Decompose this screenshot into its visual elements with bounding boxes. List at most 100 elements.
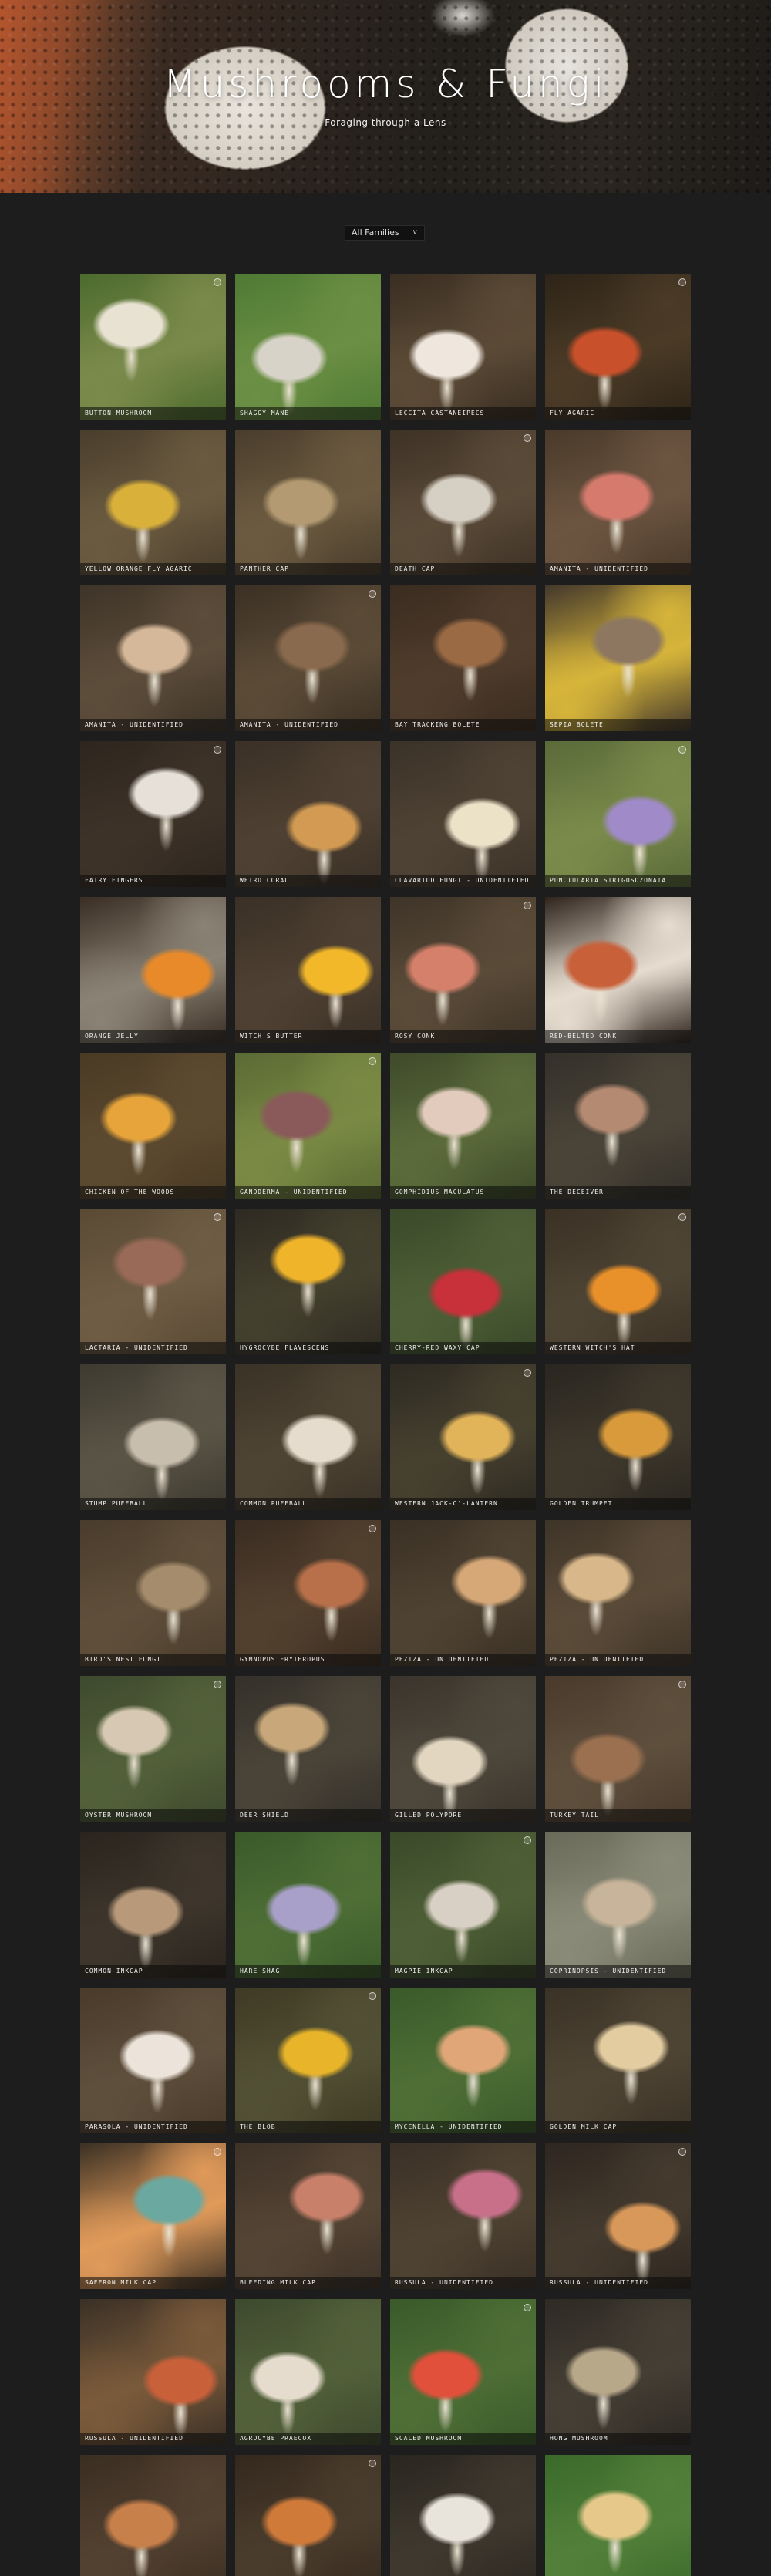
gallery-tile[interactable]: Button Mushroom [80,274,226,420]
gallery-tile[interactable]: Lactaria - Unidentified [80,1209,226,1354]
gallery-tile[interactable]: Stump Puffball [80,1364,226,1510]
gallery-tile[interactable]: Candlesnuff Fungus [390,2455,536,2576]
gallery-tile[interactable]: Gilled Polypore [390,1676,536,1822]
mushroom-photo [235,897,381,1043]
gallery-tile[interactable]: Hare Shag [235,1832,381,1978]
mushroom-photo [545,585,691,731]
circle-icon [678,1681,686,1688]
mushroom-photo [80,2455,226,2576]
gallery-tile[interactable]: Western Jack-O'-Lantern [390,1364,536,1510]
gallery-tile[interactable]: Peziza - Unidentified [545,1520,691,1666]
gallery-tile[interactable]: Bird's Nest Fungi [80,1520,226,1666]
circle-icon [214,746,221,754]
mushroom-photo [235,2299,381,2445]
gallery-tile[interactable]: Saffron Milk Cap [80,2143,226,2289]
mushroom-photo [80,1520,226,1666]
mushroom-photo [235,430,381,575]
gallery-tile[interactable]: The Deceiver [545,1053,691,1199]
mushroom-photo [235,2143,381,2289]
gallery-tile[interactable]: Bay Tracking Bolete [390,585,536,731]
gallery-tile[interactable]: Agrocybe Praecox [235,2299,381,2445]
gallery-tile[interactable]: Common Puffball [235,1364,381,1510]
tile-label: Peziza - Unidentified [550,1656,645,1663]
gallery-tile[interactable]: Amanita - Unidentified [235,585,381,731]
tile-label: Ganoderma - Unidentified [240,1189,348,1195]
gallery-tile[interactable]: Hygrocybe Flavescens [235,1209,381,1354]
gallery-tile[interactable]: Pholiota - Unidentified [80,2455,226,2576]
gallery-tile[interactable]: Unidentified [545,2455,691,2576]
gallery-tile[interactable]: Amanita - Unidentified [545,430,691,575]
gallery-tile[interactable]: Red-Belted Conk [545,897,691,1043]
gallery-tile[interactable]: Common Inkcap [80,1832,226,1978]
family-filter-value: All Families [352,228,399,238]
gallery-tile[interactable]: Witch's Butter [235,897,381,1043]
mushroom-photo [390,274,536,420]
circle-icon [524,2304,531,2311]
gallery-tile[interactable]: Shaggy Mane [235,274,381,420]
mushroom-photo [545,2299,691,2445]
circle-icon [369,1525,376,1532]
page-subtitle: Foraging through a Lens [325,117,446,128]
gallery-tile[interactable]: Amanita - Unidentified [80,585,226,731]
gallery-tile[interactable]: Leccita Castaneipecs [390,274,536,420]
gallery-tile[interactable]: Punctularia Strigosozonata [545,741,691,887]
mushroom-photo [390,2299,536,2445]
gallery-tile[interactable]: Russula - Unidentified [545,2143,691,2289]
gallery-tile[interactable]: The Blob [235,1988,381,2133]
gallery-tile[interactable]: Sepia Bolete [545,585,691,731]
gallery-tile[interactable]: Gomphidius Maculatus [390,1053,536,1199]
gallery-tile[interactable]: Fly Agaric [545,274,691,420]
tile-label: Stump Puffball [85,1500,148,1507]
gallery-tile[interactable]: Western Witch's Hat [545,1209,691,1354]
gallery-tile[interactable]: Magpie Inkcap [390,1832,536,1978]
tile-label: Leccita Castaneipecs [395,410,485,416]
tile-label: Oyster Mushroom [85,1812,153,1819]
gallery-tile[interactable]: Scaled Mushroom [390,2299,536,2445]
gallery-tile[interactable]: Bleeding Milk Cap [235,2143,381,2289]
mushroom-photo [80,1209,226,1354]
mushroom-photo [80,1364,226,1510]
gallery-tile[interactable]: Death Cap [390,430,536,575]
gallery-tile[interactable]: Chicken of the Woods [80,1053,226,1199]
gallery-tile[interactable]: Fairy Fingers [80,741,226,887]
gallery-tile[interactable]: Scurfy Twiglet [235,2455,381,2576]
tile-label: Gilled Polypore [395,1812,463,1819]
tile-label: Turkey Tail [550,1812,599,1819]
tile-label: Bird's Nest Fungi [85,1656,161,1663]
gallery-tile[interactable]: Golden Trumpet [545,1364,691,1510]
tile-label: Golden Trumpet [550,1500,613,1507]
circle-icon [678,278,686,286]
gallery-tile[interactable]: Weird Coral [235,741,381,887]
gallery-tile[interactable]: Deer Shield [235,1676,381,1822]
gallery-tile[interactable]: Clavariod Fungi - Unidentified [390,741,536,887]
gallery-tile[interactable]: Hong Mushroom [545,2299,691,2445]
gallery-tile[interactable]: Russula - Unidentified [80,2299,226,2445]
gallery-tile[interactable]: Gymnopus Erythropus [235,1520,381,1666]
mushroom-photo [235,1209,381,1354]
tile-label: Clavariod Fungi - Unidentified [395,877,530,884]
gallery-tile[interactable]: Rosy Conk [390,897,536,1043]
gallery-tile[interactable]: Oyster Mushroom [80,1676,226,1822]
gallery-tile[interactable]: Russula - Unidentified [390,2143,536,2289]
gallery-tile[interactable]: Panther Cap [235,430,381,575]
tile-label: Amanita - Unidentified [240,721,338,728]
gallery-tile[interactable]: Cherry-Red Waxy Cap [390,1209,536,1354]
gallery-tile[interactable]: Coprinopsis - Unidentified [545,1832,691,1978]
gallery-tile[interactable]: Yellow Orange Fly Agaric [80,430,226,575]
mushroom-photo [545,1364,691,1510]
circle-icon [524,434,531,442]
mushroom-photo [80,1676,226,1822]
gallery-tile[interactable]: Turkey Tail [545,1676,691,1822]
gallery-tile[interactable]: Mycenella - Unidentified [390,1988,536,2133]
circle-icon [678,1213,686,1221]
gallery-tile[interactable]: Peziza - Unidentified [390,1520,536,1666]
tile-label: Hong Mushroom [550,2435,608,2442]
gallery-tile[interactable]: Orange Jelly [80,897,226,1043]
tile-label: The Blob [240,2123,276,2130]
family-filter-select[interactable]: All Families ∨ [345,225,425,241]
gallery-tile[interactable]: Golden Milk Cap [545,1988,691,2133]
tile-label: Agrocybe Praecox [240,2435,312,2442]
mushroom-photo [80,1832,226,1978]
gallery-tile[interactable]: Ganoderma - Unidentified [235,1053,381,1199]
gallery-tile[interactable]: Parasola - Unidentified [80,1988,226,2133]
